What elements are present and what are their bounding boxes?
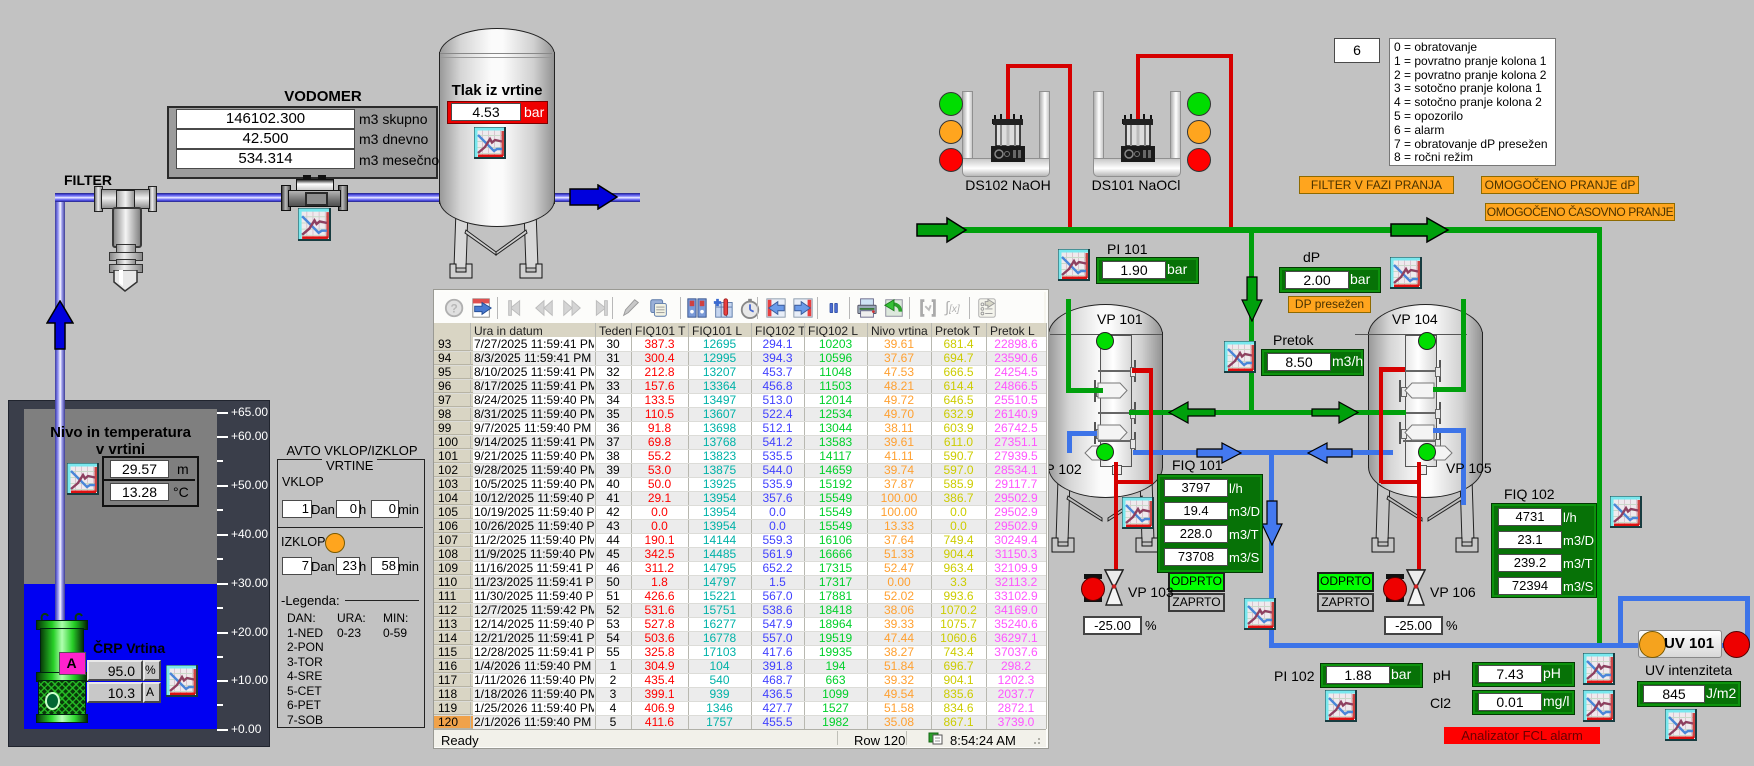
svg-text:?: ? xyxy=(450,302,457,316)
